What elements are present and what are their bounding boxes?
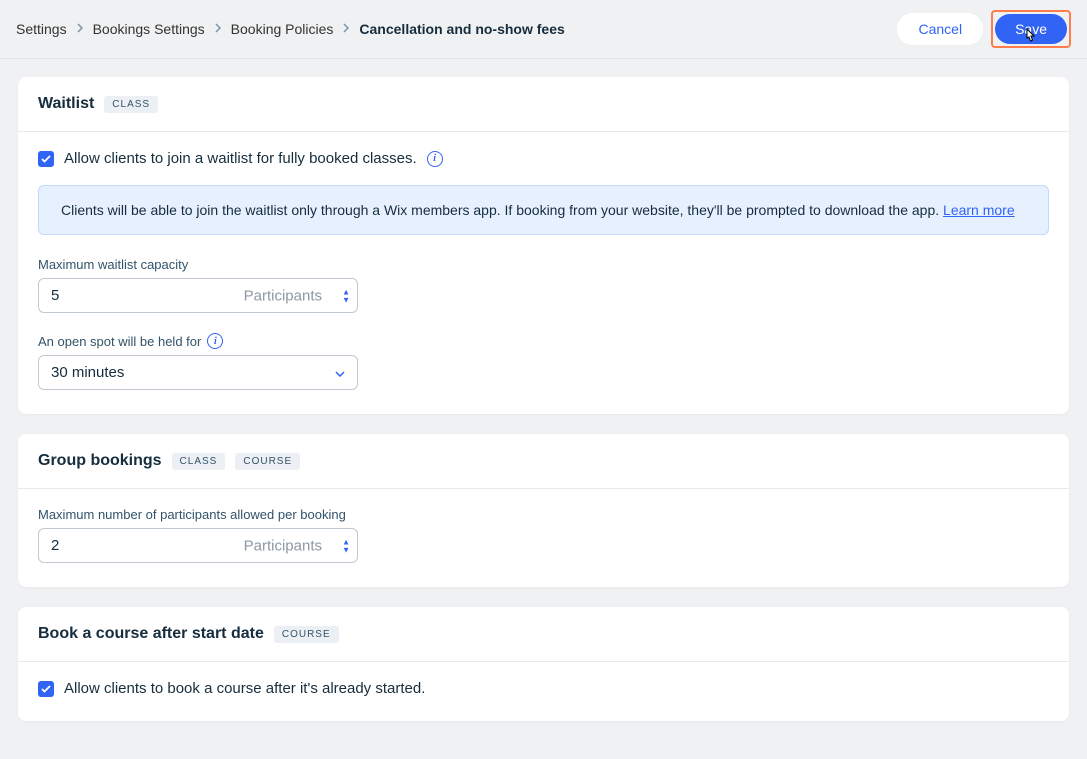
waitlist-header: Waitlist CLASS [18, 77, 1069, 132]
stepper-up-icon[interactable]: ▲ [342, 288, 350, 295]
capacity-input[interactable] [38, 278, 358, 313]
class-badge: CLASS [172, 453, 226, 470]
max-participants-label: Maximum number of participants allowed p… [38, 507, 1049, 522]
max-participants-stepper[interactable]: ▲ ▼ [342, 538, 350, 553]
breadcrumb-item[interactable]: Settings [16, 21, 67, 37]
group-bookings-header: Group bookings CLASS COURSE [18, 434, 1069, 489]
breadcrumb-current: Cancellation and no-show fees [359, 21, 564, 37]
cancel-button[interactable]: Cancel [897, 13, 983, 45]
breadcrumb-item[interactable]: Booking Policies [231, 21, 334, 37]
breadcrumb-item[interactable]: Bookings Settings [93, 21, 205, 37]
book-after-body: Allow clients to book a course after it'… [18, 662, 1069, 721]
chevron-down-icon [335, 366, 345, 380]
capacity-field: Maximum waitlist capacity Participants ▲… [38, 257, 1049, 313]
stepper-down-icon[interactable]: ▼ [342, 296, 350, 303]
page-header: Settings Bookings Settings Booking Polic… [0, 0, 1087, 59]
book-after-checkbox-row: Allow clients to book a course after it'… [38, 680, 1049, 697]
hold-field: An open spot will be held for i 30 minut… [38, 333, 1049, 390]
hold-select-value: 30 minutes [51, 364, 124, 381]
hold-select[interactable]: 30 minutes [38, 355, 358, 390]
class-badge: CLASS [104, 96, 158, 113]
book-after-title: Book a course after start date [38, 625, 264, 643]
waitlist-title: Waitlist [38, 95, 94, 113]
info-icon[interactable]: i [427, 151, 443, 167]
save-button[interactable]: Save [995, 14, 1067, 44]
breadcrumb: Settings Bookings Settings Booking Polic… [16, 21, 565, 37]
book-after-checkbox[interactable] [38, 681, 54, 697]
save-button-label: Save [1015, 21, 1047, 37]
info-icon[interactable]: i [207, 333, 223, 349]
group-bookings-card: Group bookings CLASS COURSE Maximum numb… [18, 434, 1069, 587]
book-after-header: Book a course after start date COURSE [18, 607, 1069, 662]
max-participants-input-wrap: Participants ▲ ▼ [38, 528, 358, 563]
waitlist-card: Waitlist CLASS Allow clients to join a w… [18, 77, 1069, 414]
waitlist-checkbox[interactable] [38, 151, 54, 167]
waitlist-checkbox-row: Allow clients to join a waitlist for ful… [38, 150, 1049, 167]
hold-label: An open spot will be held for i [38, 333, 1049, 349]
group-bookings-body: Maximum number of participants allowed p… [18, 489, 1069, 587]
capacity-input-wrap: Participants ▲ ▼ [38, 278, 358, 313]
chevron-right-icon [77, 22, 83, 36]
stepper-up-icon[interactable]: ▲ [342, 538, 350, 545]
chevron-right-icon [215, 22, 221, 36]
waitlist-checkbox-label: Allow clients to join a waitlist for ful… [64, 150, 417, 167]
max-participants-field: Maximum number of participants allowed p… [38, 507, 1049, 563]
hold-label-text: An open spot will be held for [38, 334, 201, 349]
banner-text: Clients will be able to join the waitlis… [61, 202, 943, 218]
book-after-checkbox-label: Allow clients to book a course after it'… [64, 680, 425, 697]
capacity-label: Maximum waitlist capacity [38, 257, 1049, 272]
header-actions: Cancel Save [897, 10, 1071, 48]
course-badge: COURSE [235, 453, 300, 470]
stepper-down-icon[interactable]: ▼ [342, 546, 350, 553]
check-icon [41, 154, 51, 164]
save-button-highlight: Save [991, 10, 1071, 48]
group-bookings-title: Group bookings [38, 452, 162, 470]
capacity-stepper[interactable]: ▲ ▼ [342, 288, 350, 303]
waitlist-info-banner: Clients will be able to join the waitlis… [38, 185, 1049, 235]
learn-more-link[interactable]: Learn more [943, 202, 1015, 218]
page-content: Waitlist CLASS Allow clients to join a w… [0, 59, 1087, 759]
waitlist-body: Allow clients to join a waitlist for ful… [18, 132, 1069, 414]
max-participants-input[interactable] [38, 528, 358, 563]
chevron-right-icon [343, 22, 349, 36]
course-badge: COURSE [274, 626, 339, 643]
check-icon [41, 684, 51, 694]
